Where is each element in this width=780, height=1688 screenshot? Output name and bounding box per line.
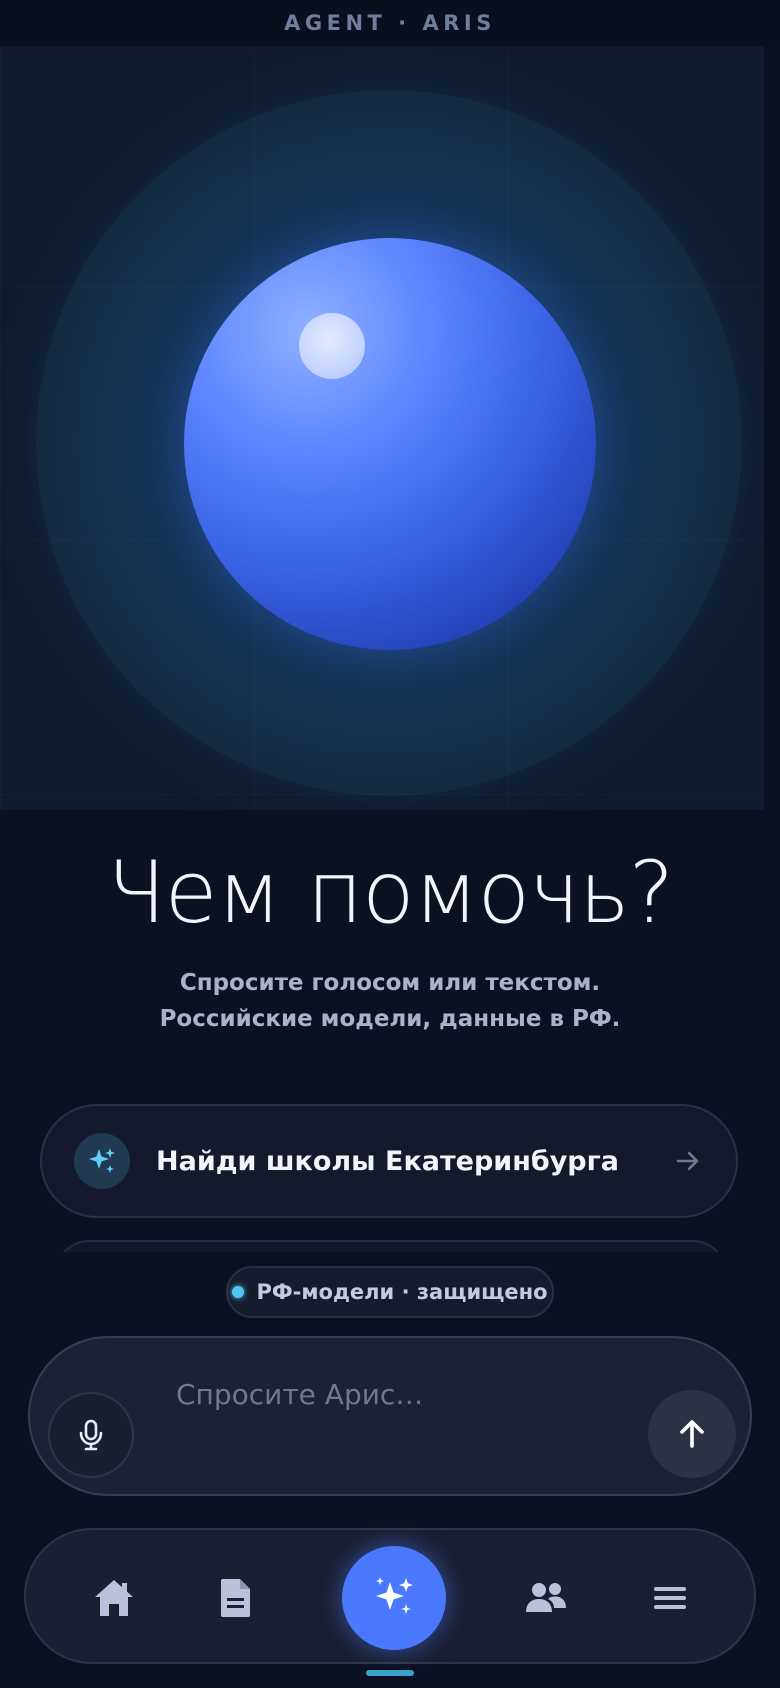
- hero-visual: [0, 46, 764, 810]
- message-input[interactable]: [174, 1368, 638, 1420]
- top-bar: AGENT · ARIS: [0, 0, 780, 46]
- page-title: Чем помочь?: [106, 843, 675, 943]
- assistant-orb[interactable]: [184, 238, 596, 650]
- arrow-right-icon: [674, 1147, 702, 1175]
- home-icon: [95, 1580, 133, 1616]
- suggestion-card[interactable]: Найди школы Екатеринбурга: [40, 1104, 738, 1218]
- microphone-icon: [79, 1419, 103, 1451]
- nav-contacts[interactable]: [508, 1560, 584, 1636]
- page-subtitle: Спросите голосом или текстом. Российские…: [159, 970, 621, 1032]
- microphone-button[interactable]: [48, 1392, 134, 1478]
- nav-assistant[interactable]: [342, 1546, 446, 1650]
- status-dot: [232, 1286, 245, 1298]
- send-button[interactable]: [648, 1390, 736, 1478]
- sparkles-icon: [74, 1133, 130, 1189]
- suggestion-label: Найди школы Екатеринбурга: [156, 1145, 619, 1177]
- bottom-nav: [24, 1528, 756, 1664]
- message-composer: [28, 1336, 752, 1496]
- status-badge: РФ-модели · защищено: [226, 1266, 554, 1318]
- nav-menu[interactable]: [632, 1560, 708, 1636]
- app-brand: AGENT · ARIS: [284, 11, 496, 35]
- nav-home[interactable]: [76, 1560, 152, 1636]
- home-indicator: [366, 1670, 414, 1676]
- menu-icon: [654, 1587, 686, 1609]
- users-icon: [526, 1583, 566, 1612]
- nav-documents[interactable]: [198, 1560, 274, 1636]
- document-icon: [221, 1579, 250, 1617]
- orb-highlight: [299, 313, 365, 379]
- sparkles-icon: [376, 1577, 413, 1614]
- status-label: РФ-модели · защищено: [256, 1280, 548, 1304]
- arrow-up-icon: [680, 1420, 704, 1448]
